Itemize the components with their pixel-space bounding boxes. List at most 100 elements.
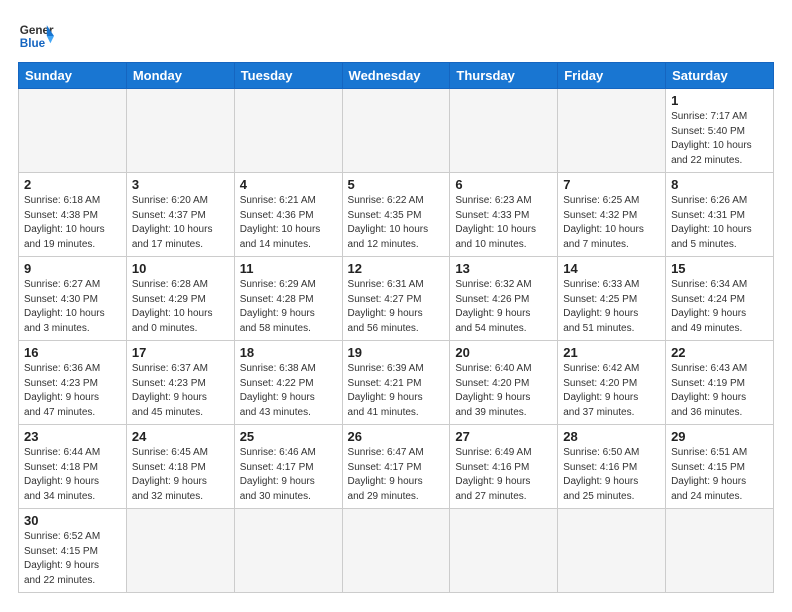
calendar-cell: 15 Sunrise: 6:34 AM Sunset: 4:24 PM Dayli… — [666, 257, 774, 341]
day-number: 20 — [455, 345, 552, 360]
day-info: Sunrise: 6:47 AM Sunset: 4:17 PM Dayligh… — [348, 446, 445, 504]
week-row-4: 23 Sunrise: 6:44 AM Sunset: 4:18 PM Dayli… — [19, 425, 774, 509]
weekday-header-saturday: Saturday — [666, 63, 774, 89]
day-number: 11 — [240, 261, 337, 276]
day-info: Sunrise: 6:44 AM Sunset: 4:18 PM Dayligh… — [24, 446, 121, 504]
day-number: 9 — [24, 261, 121, 276]
day-number: 1 — [671, 93, 768, 108]
week-row-1: 2 Sunrise: 6:18 AM Sunset: 4:38 PM Daylig… — [19, 173, 774, 257]
logo: General Blue — [18, 18, 54, 54]
page: General Blue SundayMondayTuesdayWednesda… — [0, 0, 792, 603]
calendar-cell: 4Sunrise: 6:21 AM Sunset: 4:36 PM Daylig… — [234, 173, 342, 257]
day-info: Sunrise: 6:40 AM Sunset: 4:20 PM Dayligh… — [455, 362, 552, 420]
day-info: Sunrise: 6:20 AM Sunset: 4:37 PM Dayligh… — [132, 194, 229, 252]
day-info: Sunrise: 6:29 AM Sunset: 4:28 PM Dayligh… — [240, 278, 337, 336]
calendar-cell — [126, 89, 234, 173]
day-number: 10 — [132, 261, 229, 276]
calendar-cell: 25Sunrise: 6:46 AM Sunset: 4:17 PM Dayli… — [234, 425, 342, 509]
calendar-cell: 28Sunrise: 6:50 AM Sunset: 4:16 PM Dayli… — [558, 425, 666, 509]
day-number: 29 — [671, 429, 768, 444]
calendar-cell: 11 Sunrise: 6:29 AM Sunset: 4:28 PM Dayli… — [234, 257, 342, 341]
day-number: 28 — [563, 429, 660, 444]
day-number: 21 — [563, 345, 660, 360]
day-number: 15 — [671, 261, 768, 276]
day-number: 30 — [24, 513, 121, 528]
weekday-header-row: SundayMondayTuesdayWednesdayThursdayFrid… — [19, 63, 774, 89]
calendar-cell — [19, 89, 127, 173]
calendar-cell: 6 Sunrise: 6:23 AM Sunset: 4:33 PM Daylig… — [450, 173, 558, 257]
calendar-cell: 9Sunrise: 6:27 AM Sunset: 4:30 PM Daylig… — [19, 257, 127, 341]
day-info: Sunrise: 6:43 AM Sunset: 4:19 PM Dayligh… — [671, 362, 768, 420]
calendar-cell: 5Sunrise: 6:22 AM Sunset: 4:35 PM Daylig… — [342, 173, 450, 257]
day-number: 6 — [455, 177, 552, 192]
weekday-header-sunday: Sunday — [19, 63, 127, 89]
calendar-cell — [450, 509, 558, 593]
day-info: Sunrise: 6:46 AM Sunset: 4:17 PM Dayligh… — [240, 446, 337, 504]
day-number: 22 — [671, 345, 768, 360]
day-info: Sunrise: 6:42 AM Sunset: 4:20 PM Dayligh… — [563, 362, 660, 420]
day-number: 8 — [671, 177, 768, 192]
calendar-cell — [558, 509, 666, 593]
day-info: Sunrise: 6:32 AM Sunset: 4:26 PM Dayligh… — [455, 278, 552, 336]
calendar-cell: 24Sunrise: 6:45 AM Sunset: 4:18 PM Dayli… — [126, 425, 234, 509]
calendar-cell — [558, 89, 666, 173]
calendar-cell: 21 Sunrise: 6:42 AM Sunset: 4:20 PM Dayli… — [558, 341, 666, 425]
calendar-cell: 10Sunrise: 6:28 AM Sunset: 4:29 PM Dayli… — [126, 257, 234, 341]
day-info: Sunrise: 6:18 AM Sunset: 4:38 PM Dayligh… — [24, 194, 121, 252]
day-info: Sunrise: 6:31 AM Sunset: 4:27 PM Dayligh… — [348, 278, 445, 336]
day-info: Sunrise: 6:23 AM Sunset: 4:33 PM Dayligh… — [455, 194, 552, 252]
day-info: Sunrise: 6:36 AM Sunset: 4:23 PM Dayligh… — [24, 362, 121, 420]
calendar-cell — [126, 509, 234, 593]
day-info: Sunrise: 6:51 AM Sunset: 4:15 PM Dayligh… — [671, 446, 768, 504]
calendar-cell — [234, 509, 342, 593]
day-number: 4 — [240, 177, 337, 192]
day-info: Sunrise: 6:52 AM Sunset: 4:15 PM Dayligh… — [24, 530, 121, 588]
calendar-cell: 22 Sunrise: 6:43 AM Sunset: 4:19 PM Dayli… — [666, 341, 774, 425]
calendar-table: SundayMondayTuesdayWednesdayThursdayFrid… — [18, 62, 774, 593]
day-number: 7 — [563, 177, 660, 192]
calendar-cell — [342, 89, 450, 173]
day-info: Sunrise: 6:33 AM Sunset: 4:25 PM Dayligh… — [563, 278, 660, 336]
day-number: 2 — [24, 177, 121, 192]
week-row-2: 9Sunrise: 6:27 AM Sunset: 4:30 PM Daylig… — [19, 257, 774, 341]
logo-icon: General Blue — [18, 18, 54, 54]
week-row-5: 30 Sunrise: 6:52 AM Sunset: 4:15 PM Dayli… — [19, 509, 774, 593]
day-number: 27 — [455, 429, 552, 444]
day-info: Sunrise: 7:17 AM Sunset: 5:40 PM Dayligh… — [671, 110, 768, 168]
weekday-header-monday: Monday — [126, 63, 234, 89]
calendar-cell — [666, 509, 774, 593]
day-number: 24 — [132, 429, 229, 444]
svg-text:Blue: Blue — [20, 37, 46, 50]
calendar-cell: 17 Sunrise: 6:37 AM Sunset: 4:23 PM Dayli… — [126, 341, 234, 425]
day-info: Sunrise: 6:34 AM Sunset: 4:24 PM Dayligh… — [671, 278, 768, 336]
day-info: Sunrise: 6:39 AM Sunset: 4:21 PM Dayligh… — [348, 362, 445, 420]
day-info: Sunrise: 6:22 AM Sunset: 4:35 PM Dayligh… — [348, 194, 445, 252]
calendar-cell: 13 Sunrise: 6:32 AM Sunset: 4:26 PM Dayli… — [450, 257, 558, 341]
day-info: Sunrise: 6:25 AM Sunset: 4:32 PM Dayligh… — [563, 194, 660, 252]
calendar-cell: 18Sunrise: 6:38 AM Sunset: 4:22 PM Dayli… — [234, 341, 342, 425]
calendar-cell: 20 Sunrise: 6:40 AM Sunset: 4:20 PM Dayli… — [450, 341, 558, 425]
calendar-cell: 3Sunrise: 6:20 AM Sunset: 4:37 PM Daylig… — [126, 173, 234, 257]
weekday-header-tuesday: Tuesday — [234, 63, 342, 89]
calendar-cell — [342, 509, 450, 593]
day-number: 16 — [24, 345, 121, 360]
day-number: 13 — [455, 261, 552, 276]
calendar-cell: 8 Sunrise: 6:26 AM Sunset: 4:31 PM Daylig… — [666, 173, 774, 257]
calendar-cell: 16 Sunrise: 6:36 AM Sunset: 4:23 PM Dayli… — [19, 341, 127, 425]
weekday-header-wednesday: Wednesday — [342, 63, 450, 89]
day-info: Sunrise: 6:49 AM Sunset: 4:16 PM Dayligh… — [455, 446, 552, 504]
calendar-cell — [450, 89, 558, 173]
calendar-cell: 1 Sunrise: 7:17 AM Sunset: 5:40 PM Daylig… — [666, 89, 774, 173]
day-info: Sunrise: 6:26 AM Sunset: 4:31 PM Dayligh… — [671, 194, 768, 252]
calendar-cell: 29 Sunrise: 6:51 AM Sunset: 4:15 PM Dayli… — [666, 425, 774, 509]
calendar-cell: 26 Sunrise: 6:47 AM Sunset: 4:17 PM Dayli… — [342, 425, 450, 509]
calendar-cell: 30 Sunrise: 6:52 AM Sunset: 4:15 PM Dayli… — [19, 509, 127, 593]
week-row-3: 16 Sunrise: 6:36 AM Sunset: 4:23 PM Dayli… — [19, 341, 774, 425]
calendar-cell: 19Sunrise: 6:39 AM Sunset: 4:21 PM Dayli… — [342, 341, 450, 425]
day-number: 23 — [24, 429, 121, 444]
week-row-0: 1 Sunrise: 7:17 AM Sunset: 5:40 PM Daylig… — [19, 89, 774, 173]
day-number: 17 — [132, 345, 229, 360]
calendar-cell: 14Sunrise: 6:33 AM Sunset: 4:25 PM Dayli… — [558, 257, 666, 341]
day-number: 26 — [348, 429, 445, 444]
day-info: Sunrise: 6:37 AM Sunset: 4:23 PM Dayligh… — [132, 362, 229, 420]
